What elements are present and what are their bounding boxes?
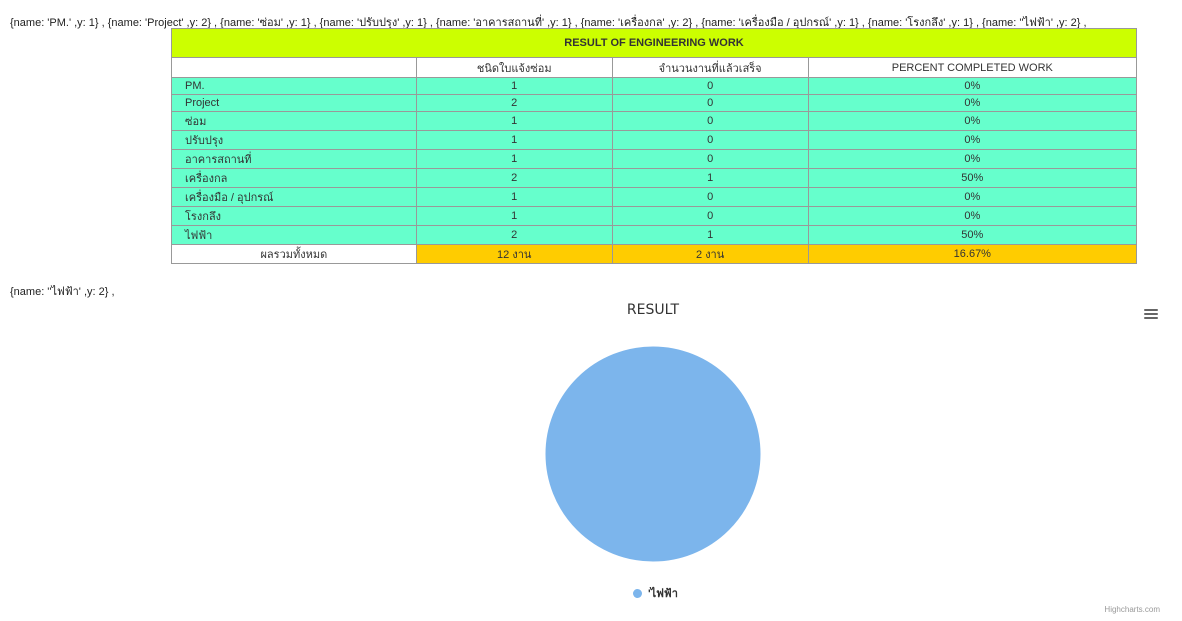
row-label: โรงกลึง xyxy=(171,206,417,226)
row-label: เครื่องกล xyxy=(171,168,417,188)
table-cell: 0% xyxy=(807,94,1138,112)
table-row: โรงกลึง 1 0 0% xyxy=(171,206,1138,226)
table-cell: 0 xyxy=(611,111,809,131)
table-row: Project 2 0 0% xyxy=(171,94,1138,112)
pie-chart: RESULT 'ไฟฟ้า Highcharts.com xyxy=(0,295,1182,621)
column-header xyxy=(171,57,417,78)
table-cell: 1 xyxy=(415,187,613,207)
table-cell: 1 xyxy=(415,149,613,169)
table-title: RESULT OF ENGINEERING WORK xyxy=(171,28,1137,58)
table-row: ซ่อม 1 0 0% xyxy=(171,111,1138,131)
table-row: ไฟฟ้า 2 1 50% xyxy=(171,225,1138,245)
row-label: อาคารสถานที่ xyxy=(171,149,417,169)
row-label: ปรับปรุง xyxy=(171,130,417,150)
engineering-results-table: RESULT OF ENGINEERING WORK ชนิดใบแจ้งซ่อ… xyxy=(171,28,1138,264)
table-cell: 0 xyxy=(611,94,809,112)
table-cell: 2 xyxy=(415,225,613,245)
row-label: ไฟฟ้า xyxy=(171,225,417,245)
table-cell: 0% xyxy=(807,111,1138,131)
table-cell: 50% xyxy=(807,168,1138,188)
table-cell: 0% xyxy=(807,206,1138,226)
table-cell: 0 xyxy=(611,130,809,150)
legend-marker-icon xyxy=(633,588,642,598)
legend-item[interactable]: 'ไฟฟ้า xyxy=(633,584,678,602)
row-label: ซ่อม xyxy=(171,111,417,131)
row-label: เครื่องมือ / อุปกรณ์ xyxy=(171,187,417,207)
column-header: จำนวนงานที่แล้วเสร็จ xyxy=(611,57,809,78)
total-cell: 12 งาน xyxy=(415,244,613,264)
table-row: PM. 1 0 0% xyxy=(171,77,1138,95)
table-cell: 2 xyxy=(415,168,613,188)
table-cell: 50% xyxy=(807,225,1138,245)
table-cell: 0 xyxy=(611,77,809,95)
table-cell: 0 xyxy=(611,149,809,169)
table-cell: 1 xyxy=(415,130,613,150)
total-cell: 2 งาน xyxy=(611,244,809,264)
column-header: PERCENT COMPLETED WORK xyxy=(807,57,1138,78)
credits-link[interactable]: Highcharts.com xyxy=(1104,605,1160,614)
table-row: เครื่องมือ / อุปกรณ์ 1 0 0% xyxy=(171,187,1138,207)
table-row: เครื่องกล 2 1 50% xyxy=(171,168,1138,188)
row-label: PM. xyxy=(171,77,417,95)
table-cell: 0% xyxy=(807,187,1138,207)
table-cell: 1 xyxy=(611,225,809,245)
table-cell: 1 xyxy=(415,77,613,95)
table-cell: 2 xyxy=(415,94,613,112)
total-label: ผลรวมทั้งหมด xyxy=(171,244,417,264)
column-header: ชนิดใบแจ้งซ่อม xyxy=(415,57,613,78)
table-cell: 1 xyxy=(415,111,613,131)
table-cell: 0% xyxy=(807,130,1138,150)
table-row: อาคารสถานที่ 1 0 0% xyxy=(171,149,1138,169)
pie-svg xyxy=(544,345,762,563)
pie-slice[interactable] xyxy=(544,345,762,563)
row-label: Project xyxy=(171,94,417,112)
table-cell: 0 xyxy=(611,206,809,226)
table-cell: 0% xyxy=(807,77,1138,95)
total-cell: 16.67% xyxy=(807,244,1138,264)
table-cell: 0 xyxy=(611,187,809,207)
table-cell: 1 xyxy=(415,206,613,226)
table-row: ปรับปรุง 1 0 0% xyxy=(171,130,1138,150)
table-cell: 0% xyxy=(807,149,1138,169)
legend-label: 'ไฟฟ้า xyxy=(648,588,678,600)
table-cell: 1 xyxy=(611,168,809,188)
